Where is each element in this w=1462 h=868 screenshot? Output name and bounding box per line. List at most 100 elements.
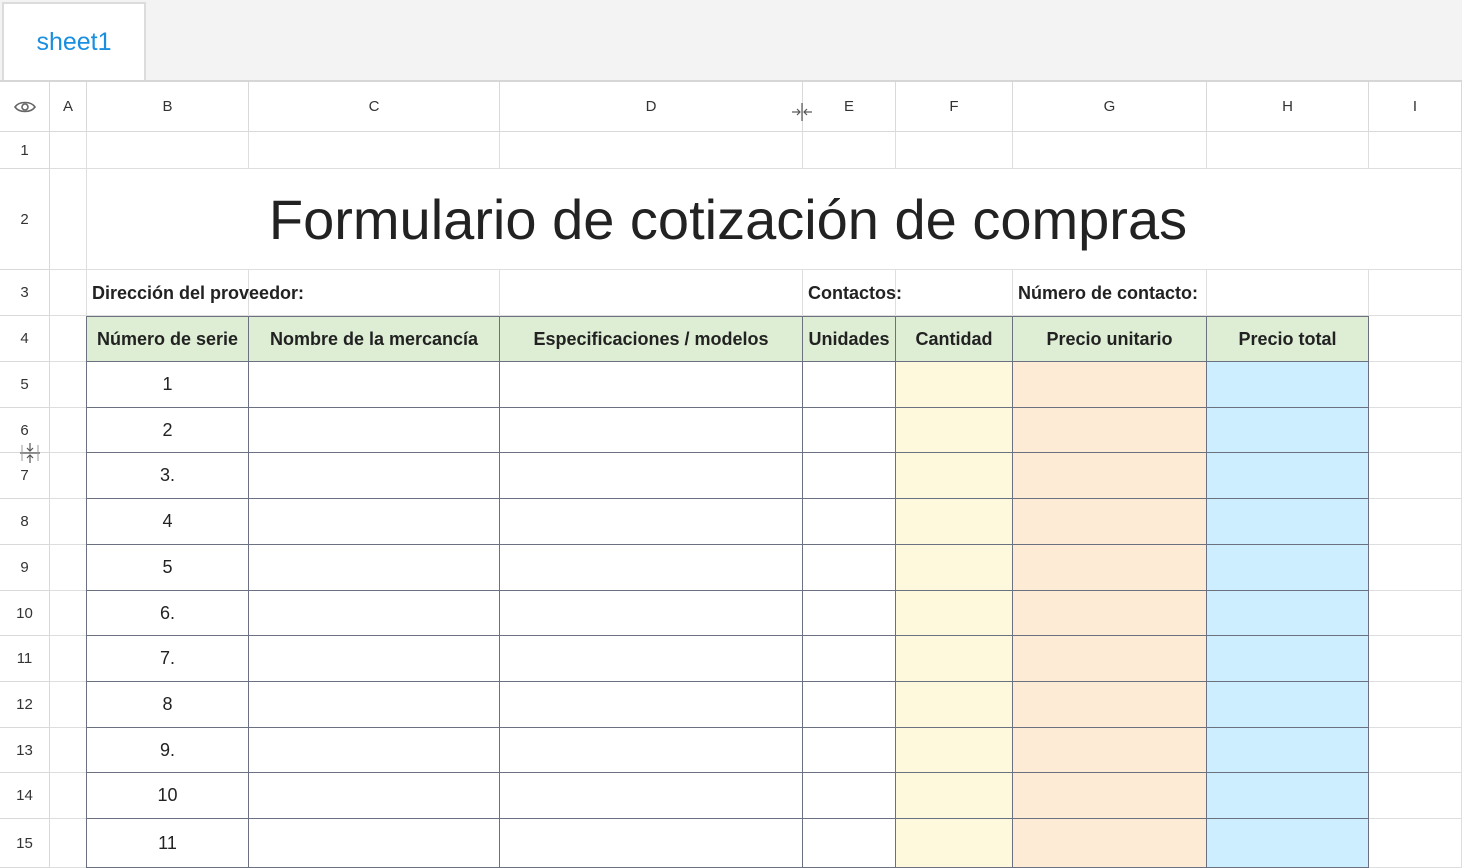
specifications-cell[interactable] <box>499 498 803 545</box>
row-resize-icon[interactable] <box>19 442 41 464</box>
column-header-c[interactable]: C <box>249 82 500 132</box>
serial-number-cell[interactable]: 2 <box>86 407 249 453</box>
unit-price-cell[interactable] <box>1012 727 1207 773</box>
quantity-cell[interactable] <box>895 361 1013 408</box>
product-name-cell[interactable] <box>248 635 500 682</box>
total-price-cell[interactable] <box>1206 681 1369 728</box>
total-price-cell[interactable] <box>1206 727 1369 773</box>
unit-price-cell[interactable] <box>1012 407 1207 453</box>
quantity-cell[interactable] <box>895 635 1013 682</box>
column-header-h[interactable]: H <box>1207 82 1369 132</box>
quantity-cell[interactable] <box>895 772 1013 819</box>
column-header-a[interactable]: A <box>50 82 87 132</box>
row-header-3[interactable]: 3 <box>0 270 50 316</box>
total-price-cell[interactable] <box>1206 544 1369 591</box>
row-header-4[interactable]: 4 <box>0 316 50 362</box>
serial-number-cell[interactable]: 5 <box>86 544 249 591</box>
quantity-cell[interactable] <box>895 727 1013 773</box>
specifications-cell[interactable] <box>499 452 803 499</box>
row-header-2[interactable]: 2 <box>0 169 50 270</box>
row-header-10[interactable]: 10 <box>0 591 50 636</box>
specifications-cell[interactable] <box>499 544 803 591</box>
header-specifications[interactable]: Especificaciones / modelos <box>499 316 803 362</box>
row-header-8[interactable]: 8 <box>0 499 50 545</box>
specifications-cell[interactable] <box>499 772 803 819</box>
unit-price-cell[interactable] <box>1012 361 1207 408</box>
header-serial-number[interactable]: Número de serie <box>86 316 249 362</box>
quantity-cell[interactable] <box>895 818 1013 868</box>
units-cell[interactable] <box>802 407 896 453</box>
column-resize-icon[interactable] <box>791 102 813 122</box>
units-cell[interactable] <box>802 544 896 591</box>
serial-number-cell[interactable]: 10 <box>86 772 249 819</box>
unit-price-cell[interactable] <box>1012 772 1207 819</box>
total-price-cell[interactable] <box>1206 407 1369 453</box>
row-header-14[interactable]: 14 <box>0 773 50 819</box>
unit-price-cell[interactable] <box>1012 635 1207 682</box>
column-header-g[interactable]: G <box>1013 82 1207 132</box>
unit-price-cell[interactable] <box>1012 818 1207 868</box>
header-units[interactable]: Unidades <box>802 316 896 362</box>
product-name-cell[interactable] <box>248 407 500 453</box>
column-header-d[interactable]: D <box>500 82 803 132</box>
column-header-b[interactable]: B <box>87 82 249 132</box>
column-header-e[interactable]: E <box>803 82 896 132</box>
serial-number-cell[interactable]: 7. <box>86 635 249 682</box>
units-cell[interactable] <box>802 681 896 728</box>
header-quantity[interactable]: Cantidad <box>895 316 1013 362</box>
units-cell[interactable] <box>802 772 896 819</box>
serial-number-cell[interactable]: 4 <box>86 498 249 545</box>
serial-number-cell[interactable]: 6. <box>86 590 249 636</box>
quantity-cell[interactable] <box>895 407 1013 453</box>
units-cell[interactable] <box>802 590 896 636</box>
serial-number-cell[interactable]: 3. <box>86 452 249 499</box>
row-header-13[interactable]: 13 <box>0 728 50 773</box>
unit-price-cell[interactable] <box>1012 590 1207 636</box>
units-cell[interactable] <box>802 452 896 499</box>
header-product-name[interactable]: Nombre de la mercancía <box>248 316 500 362</box>
specifications-cell[interactable] <box>499 361 803 408</box>
units-cell[interactable] <box>802 361 896 408</box>
quantity-cell[interactable] <box>895 452 1013 499</box>
column-header-i[interactable]: I <box>1369 82 1462 132</box>
serial-number-cell[interactable]: 1 <box>86 361 249 408</box>
product-name-cell[interactable] <box>248 498 500 545</box>
product-name-cell[interactable] <box>248 681 500 728</box>
serial-number-cell[interactable]: 11 <box>86 818 249 868</box>
units-cell[interactable] <box>802 727 896 773</box>
total-price-cell[interactable] <box>1206 361 1369 408</box>
row-header-9[interactable]: 9 <box>0 545 50 591</box>
product-name-cell[interactable] <box>248 818 500 868</box>
sheet-tab-sheet1[interactable]: sheet1 <box>2 2 146 80</box>
quantity-cell[interactable] <box>895 681 1013 728</box>
specifications-cell[interactable] <box>499 590 803 636</box>
specifications-cell[interactable] <box>499 407 803 453</box>
row-header-11[interactable]: 11 <box>0 636 50 682</box>
spreadsheet-grid[interactable]: Formulario de cotización de compras Dire… <box>0 82 1462 868</box>
row-header-5[interactable]: 5 <box>0 362 50 408</box>
header-total-price[interactable]: Precio total <box>1206 316 1369 362</box>
row-header-1[interactable]: 1 <box>0 132 50 169</box>
total-price-cell[interactable] <box>1206 772 1369 819</box>
product-name-cell[interactable] <box>248 772 500 819</box>
unit-price-cell[interactable] <box>1012 681 1207 728</box>
quantity-cell[interactable] <box>895 498 1013 545</box>
total-price-cell[interactable] <box>1206 590 1369 636</box>
units-cell[interactable] <box>802 498 896 545</box>
header-unit-price[interactable]: Precio unitario <box>1012 316 1207 362</box>
column-header-f[interactable]: F <box>896 82 1013 132</box>
units-cell[interactable] <box>802 818 896 868</box>
specifications-cell[interactable] <box>499 635 803 682</box>
product-name-cell[interactable] <box>248 452 500 499</box>
total-price-cell[interactable] <box>1206 818 1369 868</box>
specifications-cell[interactable] <box>499 681 803 728</box>
visibility-toggle[interactable] <box>0 82 50 132</box>
product-name-cell[interactable] <box>248 590 500 636</box>
specifications-cell[interactable] <box>499 727 803 773</box>
total-price-cell[interactable] <box>1206 498 1369 545</box>
total-price-cell[interactable] <box>1206 452 1369 499</box>
row-header-12[interactable]: 12 <box>0 682 50 728</box>
units-cell[interactable] <box>802 635 896 682</box>
serial-number-cell[interactable]: 8 <box>86 681 249 728</box>
quantity-cell[interactable] <box>895 544 1013 591</box>
